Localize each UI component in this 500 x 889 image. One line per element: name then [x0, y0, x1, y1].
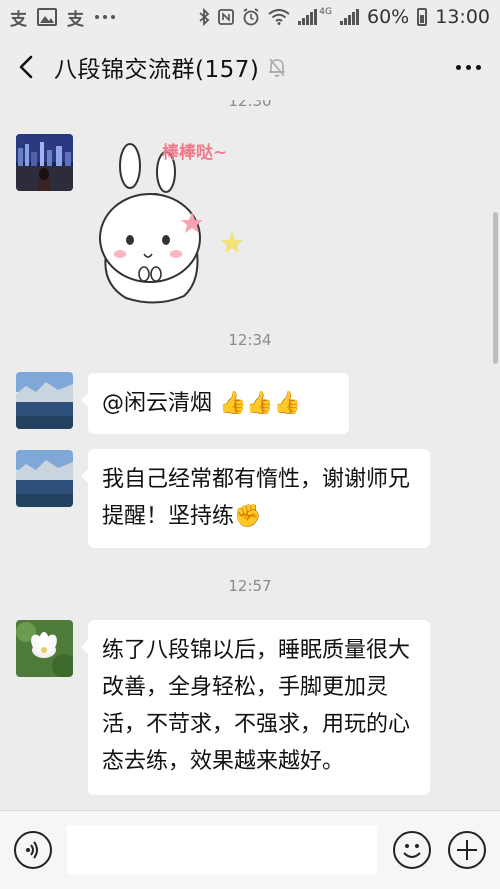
voice-icon [26, 841, 38, 859]
message-text: 我自己经常都有惰性，谢谢师兄提醒！坚持练✊ [102, 467, 411, 529]
timestamp: 12:57 [228, 577, 272, 595]
app-notification-icon: 支 [67, 9, 84, 30]
avatar[interactable] [16, 134, 73, 191]
message-list[interactable]: 12:30 棒棒哒~ 12:34 @闲云清烟 👍👍👍 我自己经常都有惰性，谢谢师… [0, 100, 500, 810]
chat-header: 八段锦交流群(157) [0, 34, 500, 100]
app-notification-icon: 支 [10, 9, 27, 30]
scrollbar[interactable] [493, 212, 498, 364]
message-text: @闲云清烟 👍👍👍 [102, 391, 302, 416]
cell-signal-icon [298, 9, 318, 25]
alarm-icon [243, 8, 259, 26]
overflow-dots-icon [95, 15, 115, 19]
emoji-icon [403, 844, 421, 858]
status-time: 13:00 [435, 6, 490, 28]
status-bar-left: 支 支 [10, 5, 116, 30]
back-button[interactable] [0, 34, 54, 100]
message-text: 练了八段锦以后，睡眠质量很大改善，全身轻松，手脚更加灵活，不苛求，不强求，用玩的… [102, 638, 411, 774]
nfc-icon [218, 9, 235, 25]
message-input[interactable] [67, 825, 377, 875]
more-button[interactable] [436, 34, 500, 100]
voice-button[interactable] [14, 831, 52, 869]
network-type-label: 4G [319, 7, 332, 17]
timestamp: 12:30 [228, 100, 272, 110]
plus-button[interactable] [448, 831, 486, 869]
message-bubble[interactable]: 我自己经常都有惰性，谢谢师兄提醒！坚持练✊ [81, 449, 430, 548]
back-chevron-icon [19, 55, 33, 79]
wifi-icon [268, 9, 290, 25]
cell-signal-icon-2 [340, 9, 359, 25]
timestamp: 12:34 [228, 331, 272, 349]
mute-bell-icon [269, 58, 286, 77]
input-bar [0, 810, 500, 889]
avatar[interactable] [16, 372, 73, 429]
emoji-button[interactable] [393, 831, 431, 869]
battery-percent: 60% [367, 6, 410, 28]
avatar[interactable] [16, 620, 73, 677]
avatar[interactable] [16, 450, 73, 507]
more-icon [455, 64, 461, 70]
message-bubble[interactable]: @闲云清烟 👍👍👍 [81, 373, 349, 434]
chat-title: 八段锦交流群(157) [54, 57, 260, 83]
message-bubble[interactable]: 练了八段锦以后，睡眠质量很大改善，全身轻松，手脚更加灵活，不苛求，不强求，用玩的… [81, 620, 430, 795]
sticker-image[interactable]: 棒棒哒~ [86, 132, 254, 308]
picture-icon [37, 8, 57, 26]
battery-icon [417, 8, 428, 26]
status-bar: 支 支 4G 60% 13:00 [0, 0, 500, 34]
sticker-text: 棒棒哒~ [162, 143, 228, 163]
status-bar-right: 4G 60% 13:00 [198, 6, 490, 28]
bluetooth-icon [199, 8, 210, 26]
